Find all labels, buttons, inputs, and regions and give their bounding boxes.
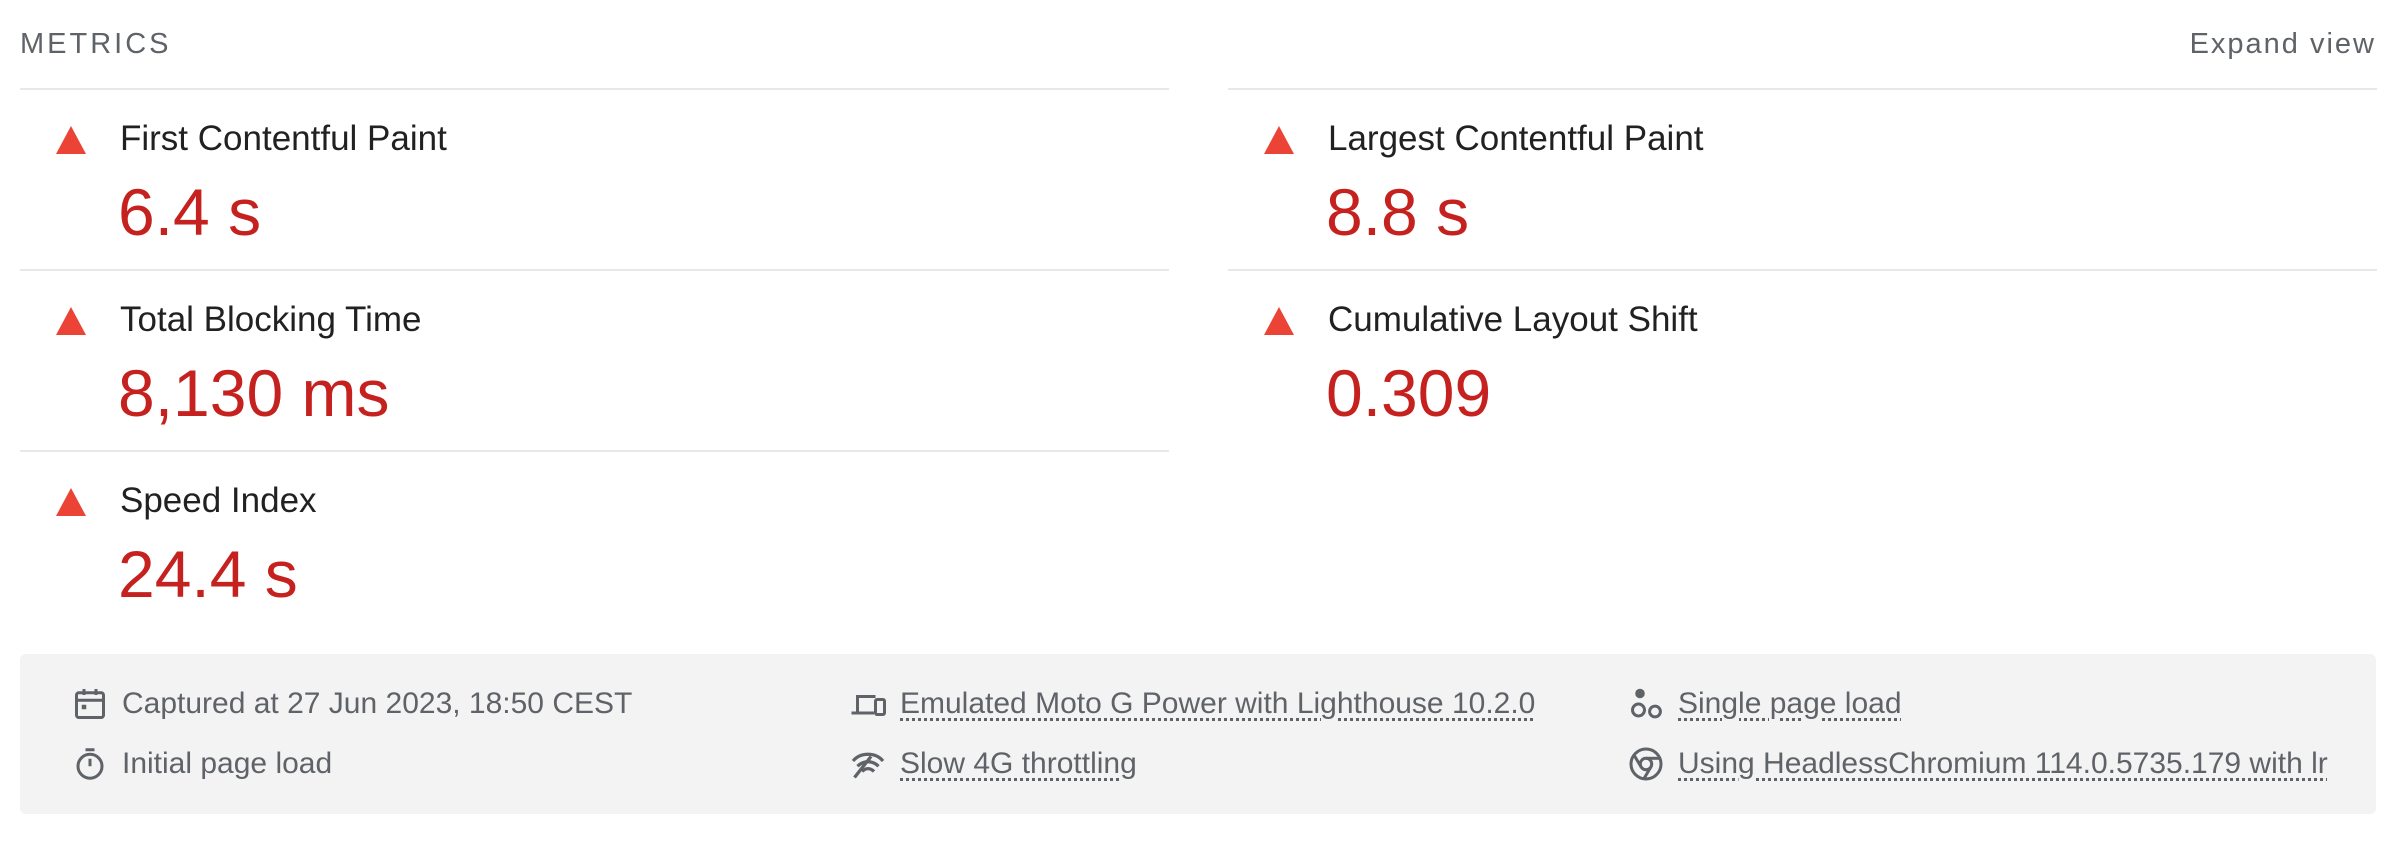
metrics-header: METRICS Expand view <box>20 24 2376 64</box>
metrics-column-left: First Contentful Paint 6.4 s Total Block… <box>20 88 1169 631</box>
captured-at-text: Captured at 27 Jun 2023, 18:50 CEST <box>122 687 633 720</box>
metric-first-contentful-paint: First Contentful Paint 6.4 s <box>20 88 1169 269</box>
fail-triangle-icon <box>56 307 86 335</box>
metric-label: Largest Contentful Paint <box>1328 119 1704 158</box>
metric-label: Cumulative Layout Shift <box>1328 300 1698 339</box>
metric-cumulative-layout-shift: Cumulative Layout Shift 0.309 <box>1228 269 2377 450</box>
metrics-title: METRICS <box>20 28 172 60</box>
expand-view-button[interactable]: Expand view <box>2190 24 2376 64</box>
page-load-item: Single page load <box>1628 682 1902 726</box>
metric-total-blocking-time: Total Blocking Time 8,130 ms <box>20 269 1169 450</box>
throttling-link[interactable]: Slow 4G throttling <box>900 747 1137 781</box>
network-signal-icon <box>851 752 885 779</box>
metric-value: 8,130 ms <box>118 356 390 430</box>
metric-label: Total Blocking Time <box>120 300 422 339</box>
metrics-column-right: Largest Contentful Paint 8.8 s Cumulativ… <box>1228 88 2377 450</box>
metric-value: 24.4 s <box>118 537 298 611</box>
calendar-icon <box>75 689 105 719</box>
page-load-link[interactable]: Single page load <box>1678 687 1902 721</box>
browser-item: Using HeadlessChromium 114.0.5735.179 wi… <box>1628 742 2348 786</box>
device-link[interactable]: Emulated Moto G Power with Lighthouse 10… <box>900 687 1535 721</box>
stopwatch-icon <box>76 748 104 780</box>
captured-at-item: Captured at 27 Jun 2023, 18:50 CEST <box>72 682 632 726</box>
fail-triangle-icon <box>56 488 86 516</box>
chrome-icon <box>1629 747 1663 781</box>
metric-speed-index: Speed Index 24.4 s <box>20 450 1169 631</box>
metric-value: 0.309 <box>1326 356 1492 430</box>
circles-icon <box>1631 688 1662 719</box>
browser-link[interactable]: Using HeadlessChromium 114.0.5735.179 wi… <box>1678 747 2328 781</box>
runtime-settings-panel: Captured at 27 Jun 2023, 18:50 CEST Init… <box>20 654 2376 814</box>
fail-triangle-icon <box>1264 126 1294 154</box>
devices-icon <box>851 695 886 716</box>
initial-load-text: Initial page load <box>122 747 333 780</box>
throttling-item: Slow 4G throttling <box>850 742 1137 786</box>
fail-triangle-icon <box>56 126 86 154</box>
initial-load-item: Initial page load <box>72 742 332 786</box>
metric-value: 8.8 s <box>1326 175 1470 249</box>
metric-largest-contentful-paint: Largest Contentful Paint 8.8 s <box>1228 88 2377 269</box>
metric-label: First Contentful Paint <box>120 119 447 158</box>
metric-value: 6.4 s <box>118 175 262 249</box>
fail-triangle-icon <box>1264 307 1294 335</box>
device-item: Emulated Moto G Power with Lighthouse 10… <box>850 682 1535 726</box>
metric-label: Speed Index <box>120 481 317 520</box>
